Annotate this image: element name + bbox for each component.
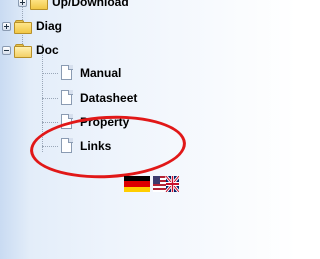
tree-item-label: Manual	[80, 66, 122, 80]
tree-item-diag[interactable]: Diag	[2, 17, 62, 35]
tree-item-datasheet[interactable]: Datasheet	[60, 89, 137, 107]
folder-icon	[14, 19, 32, 34]
tree-item-label: Up/Download	[52, 0, 129, 9]
tree-connector	[42, 73, 58, 74]
tree-item-label: Doc	[36, 43, 59, 57]
tree-item-manual[interactable]: Manual	[60, 64, 121, 82]
tree-item-label: Diag	[36, 19, 63, 33]
document-icon	[60, 65, 74, 81]
tree-item-doc[interactable]: Doc	[2, 41, 59, 59]
german-flag-icon[interactable]	[124, 176, 150, 192]
us-uk-flag-icon[interactable]	[153, 176, 179, 192]
tree-connector	[42, 98, 58, 99]
tree-item-updownload[interactable]: Up/Download	[18, 0, 129, 11]
folder-icon	[30, 0, 48, 10]
tree-connector	[42, 122, 58, 123]
tree-item-label: Datasheet	[80, 91, 138, 105]
document-icon	[60, 90, 74, 106]
expand-icon[interactable]	[18, 0, 27, 7]
expand-icon[interactable]	[2, 21, 11, 31]
collapse-icon[interactable]	[2, 45, 11, 55]
folder-open-icon	[14, 43, 32, 58]
language-selector	[124, 176, 179, 192]
